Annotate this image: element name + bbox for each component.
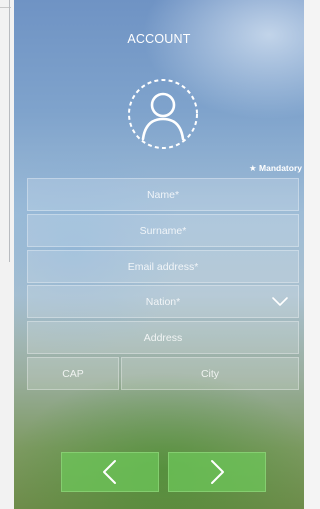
cap-field[interactable]: CAP	[27, 357, 119, 390]
user-avatar-icon[interactable]	[126, 77, 200, 151]
email-placeholder: Email address*	[127, 260, 199, 273]
back-button[interactable]	[61, 452, 159, 492]
chevron-right-icon	[211, 460, 224, 484]
surname-field[interactable]: Surname*	[27, 214, 299, 247]
page-title: ACCOUNT	[127, 32, 191, 46]
border-line	[9, 0, 10, 262]
nation-placeholder: Nation*	[145, 295, 181, 308]
nation-select[interactable]: Nation*	[27, 285, 299, 318]
address-field[interactable]: Address	[27, 321, 299, 354]
window-left-border	[0, 0, 14, 509]
chevron-down-icon[interactable]	[271, 295, 289, 309]
surname-placeholder: Surname*	[139, 224, 187, 237]
next-button[interactable]	[168, 452, 266, 492]
city-field[interactable]: City	[121, 357, 299, 390]
email-field[interactable]: Email address*	[27, 250, 299, 283]
star-icon: ★	[249, 163, 257, 173]
city-placeholder: City	[200, 367, 220, 380]
account-screen: ACCOUNT ★ Mandatory Name* Surname* Email…	[14, 0, 304, 509]
chevron-left-icon	[103, 460, 116, 484]
mandatory-label: Mandatory	[259, 163, 302, 173]
name-placeholder: Name*	[146, 188, 180, 201]
mandatory-note: ★ Mandatory	[249, 163, 302, 174]
name-field[interactable]: Name*	[27, 178, 299, 211]
cap-placeholder: CAP	[62, 367, 84, 380]
address-placeholder: Address	[143, 331, 183, 344]
